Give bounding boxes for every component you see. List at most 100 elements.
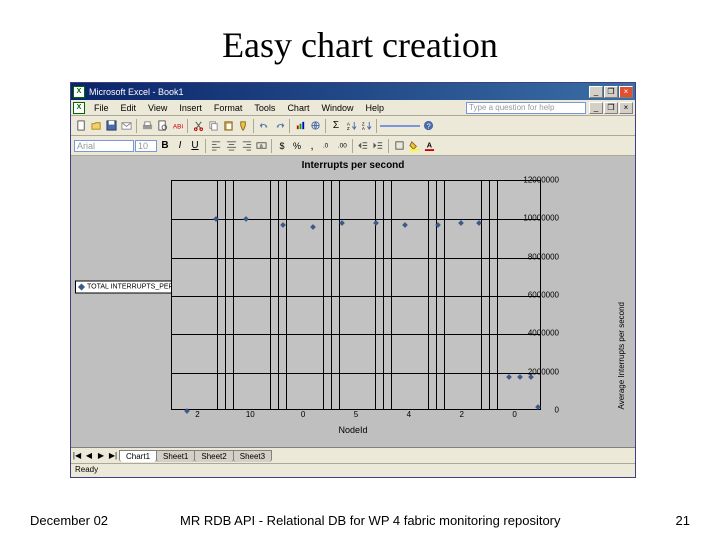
- gridline-v: [375, 181, 376, 409]
- save-icon[interactable]: [104, 119, 118, 133]
- menu-view[interactable]: View: [142, 102, 173, 114]
- merge-icon[interactable]: a: [254, 139, 268, 153]
- doc-restore-button[interactable]: ❐: [604, 102, 618, 114]
- zoom-box[interactable]: [380, 125, 420, 127]
- align-left-icon[interactable]: [209, 139, 223, 153]
- data-point: [535, 404, 541, 410]
- decrease-decimal-icon[interactable]: .00: [335, 139, 349, 153]
- plot-area[interactable]: [171, 180, 541, 410]
- gridline-h: [172, 373, 540, 374]
- comma-icon[interactable]: ,: [305, 139, 319, 153]
- gridline-v: [270, 181, 271, 409]
- gridline-v: [428, 181, 429, 409]
- svg-text:?: ?: [426, 121, 430, 130]
- increase-indent-icon[interactable]: [371, 139, 385, 153]
- gridline-v: [444, 181, 445, 409]
- bold-icon[interactable]: B: [158, 139, 172, 153]
- excel-window: X Microsoft Excel - Book1 _ ❐ × X File E…: [70, 82, 636, 478]
- format-painter-icon[interactable]: [236, 119, 250, 133]
- sheet-tab-sheet1[interactable]: Sheet1: [156, 450, 195, 462]
- sheet-tab-chart1[interactable]: Chart1: [119, 450, 157, 462]
- fill-color-icon[interactable]: [407, 139, 421, 153]
- italic-icon[interactable]: I: [173, 139, 187, 153]
- help-search-input[interactable]: Type a question for help: [466, 102, 586, 114]
- doc-close-button[interactable]: ×: [619, 102, 633, 114]
- font-name-box[interactable]: Arial: [74, 140, 134, 152]
- svg-text:.0: .0: [322, 142, 328, 149]
- chart-wizard-icon[interactable]: [293, 119, 307, 133]
- menu-file[interactable]: File: [88, 102, 115, 114]
- menu-tools[interactable]: Tools: [248, 102, 281, 114]
- paste-icon[interactable]: [221, 119, 235, 133]
- close-button[interactable]: ×: [619, 86, 633, 98]
- help-icon[interactable]: ?: [421, 119, 435, 133]
- menu-edit[interactable]: Edit: [115, 102, 143, 114]
- sort-desc-icon[interactable]: ZA: [359, 119, 373, 133]
- gridline-v: [481, 181, 482, 409]
- x-tick-label: 5: [354, 410, 358, 419]
- data-point: [458, 220, 464, 226]
- data-point: [310, 224, 316, 230]
- align-center-icon[interactable]: [224, 139, 238, 153]
- menu-chart[interactable]: Chart: [281, 102, 315, 114]
- underline-icon[interactable]: U: [188, 139, 202, 153]
- percent-icon[interactable]: %: [290, 139, 304, 153]
- tab-nav-next-icon[interactable]: ▶: [95, 449, 107, 463]
- increase-decimal-icon[interactable]: .0: [320, 139, 334, 153]
- y-tick-label: 10000000: [523, 214, 559, 223]
- sum-icon[interactable]: Σ: [329, 119, 343, 133]
- status-bar: Ready: [71, 463, 635, 477]
- borders-icon[interactable]: [392, 139, 406, 153]
- print-icon[interactable]: [140, 119, 154, 133]
- doc-minimize-button[interactable]: _: [589, 102, 603, 114]
- gridline-v: [497, 181, 498, 409]
- y-tick-label: 0: [555, 406, 559, 415]
- tab-nav-last-icon[interactable]: ▶|: [107, 449, 119, 463]
- gridline-v: [286, 181, 287, 409]
- gridline-v: [391, 181, 392, 409]
- hyperlink-icon[interactable]: [308, 119, 322, 133]
- footer-page-number: 21: [640, 513, 690, 528]
- font-color-icon[interactable]: A: [422, 139, 436, 153]
- sheet-tab-sheet2[interactable]: Sheet2: [194, 450, 233, 462]
- undo-icon[interactable]: [257, 119, 271, 133]
- tab-nav-first-icon[interactable]: |◀: [71, 449, 83, 463]
- menu-format[interactable]: Format: [208, 102, 249, 114]
- data-point: [517, 374, 523, 380]
- copy-icon[interactable]: [206, 119, 220, 133]
- decrease-indent-icon[interactable]: [356, 139, 370, 153]
- gridline-v: [489, 181, 490, 409]
- tab-nav-prev-icon[interactable]: ◀: [83, 449, 95, 463]
- app-icon[interactable]: X: [73, 102, 85, 114]
- svg-text:Z: Z: [346, 126, 349, 131]
- formatting-toolbar: Arial 10 B I U a $ % , .0 .00 A: [71, 136, 635, 156]
- currency-icon[interactable]: $: [275, 139, 289, 153]
- mail-icon[interactable]: [119, 119, 133, 133]
- data-point: [506, 374, 512, 380]
- titlebar: X Microsoft Excel - Book1 _ ❐ ×: [71, 83, 635, 100]
- gridline-h: [172, 219, 540, 220]
- menu-insert[interactable]: Insert: [173, 102, 208, 114]
- menu-window[interactable]: Window: [315, 102, 359, 114]
- y-tick-label: 2000000: [528, 367, 559, 376]
- redo-icon[interactable]: [272, 119, 286, 133]
- align-right-icon[interactable]: [239, 139, 253, 153]
- data-point: [436, 222, 442, 228]
- gridline-v: [383, 181, 384, 409]
- minimize-button[interactable]: _: [589, 86, 603, 98]
- cut-icon[interactable]: [191, 119, 205, 133]
- status-text: Ready: [75, 465, 98, 474]
- menu-help[interactable]: Help: [359, 102, 390, 114]
- maximize-button[interactable]: ❐: [604, 86, 618, 98]
- sheet-tab-sheet3[interactable]: Sheet3: [233, 450, 272, 462]
- menubar: X File Edit View Insert Format Tools Cha…: [71, 100, 635, 116]
- open-icon[interactable]: [89, 119, 103, 133]
- sort-asc-icon[interactable]: AZ: [344, 119, 358, 133]
- new-icon[interactable]: [74, 119, 88, 133]
- font-size-box[interactable]: 10: [135, 140, 157, 152]
- y-tick-label: 4000000: [528, 329, 559, 338]
- spell-icon[interactable]: ABC: [170, 119, 184, 133]
- chart-area[interactable]: Interrupts per second TOTAL INTERRUPTS_P…: [71, 156, 635, 447]
- preview-icon[interactable]: [155, 119, 169, 133]
- data-point: [184, 408, 190, 414]
